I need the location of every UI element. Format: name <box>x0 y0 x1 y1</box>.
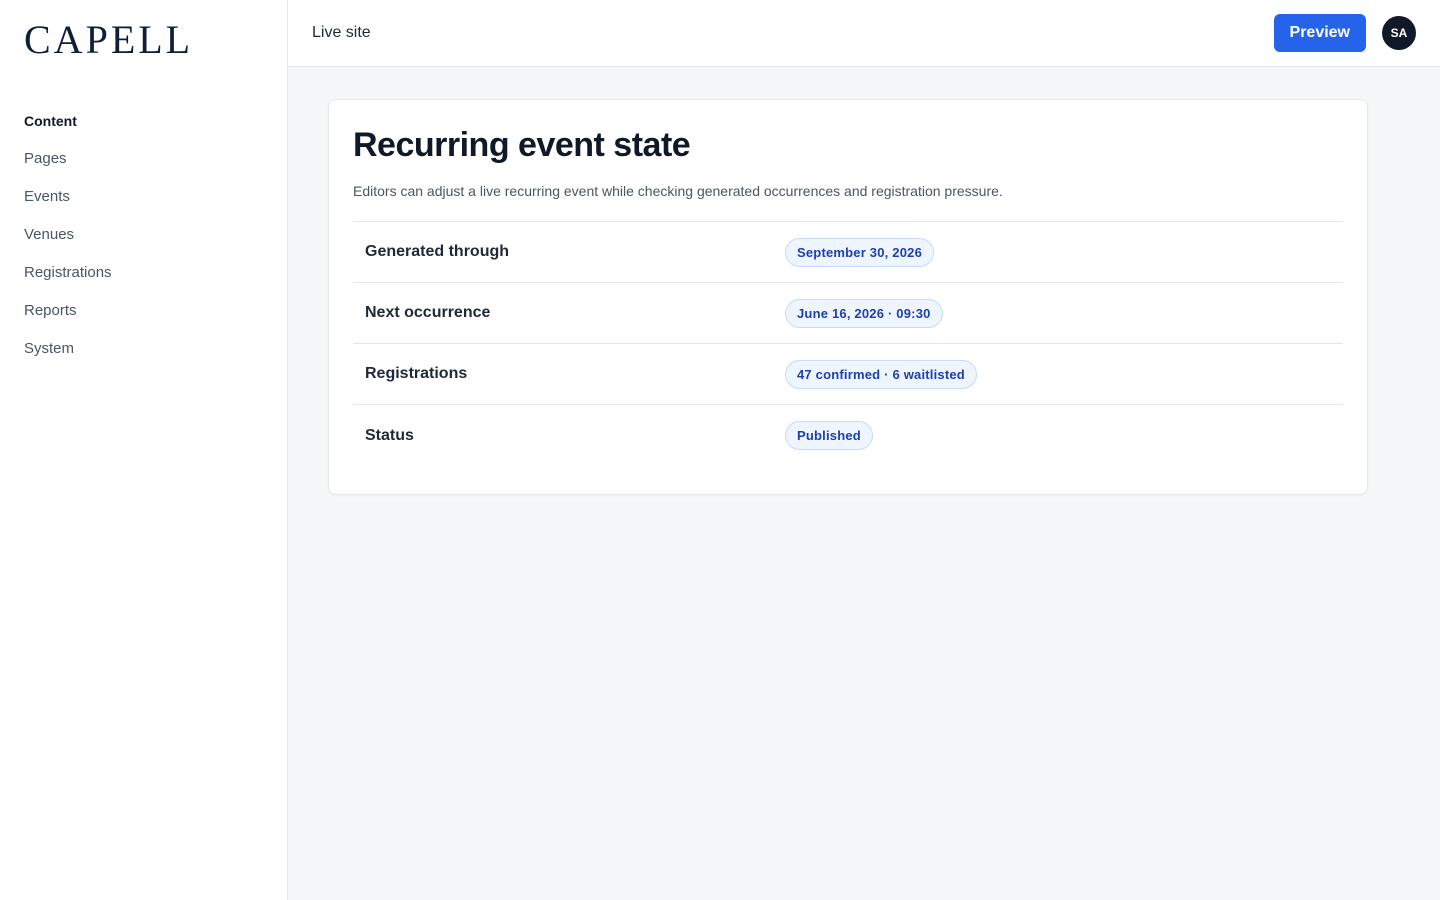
state-table: Generated through September 30, 2026 Nex… <box>353 221 1343 466</box>
status-badge: Published <box>785 421 873 450</box>
sidebar-item-registrations[interactable]: Registrations <box>24 254 263 292</box>
brand-logo[interactable]: CAPELL <box>24 0 263 80</box>
sidebar-item-pages[interactable]: Pages <box>24 140 263 178</box>
page-title: Recurring event state <box>353 126 691 164</box>
top-actions: Preview SA <box>1273 14 1416 52</box>
state-row-label: Generated through <box>365 243 510 260</box>
preview-button[interactable]: Preview <box>1273 14 1366 52</box>
user-avatar[interactable]: SA <box>1382 16 1416 50</box>
state-value-badge: June 16, 2026 · 09:30 <box>785 298 943 328</box>
sidebar-item-system[interactable]: System <box>24 330 263 368</box>
state-value-badge: 47 confirmed · 6 waitlisted <box>785 359 977 389</box>
state-row-status: Status Published <box>353 405 1343 466</box>
top-bar: Live site Preview SA <box>288 0 1440 67</box>
state-row-label: Status <box>365 426 414 444</box>
live-site-link[interactable]: Live site <box>312 24 371 42</box>
state-value-badge: September 30, 2026 <box>785 237 935 267</box>
state-row-label: Next occurrence <box>365 304 491 321</box>
sidebar-heading-content: Content <box>24 113 77 129</box>
sidebar-item-venues[interactable]: Venues <box>24 216 263 254</box>
event-state-card: Recurring event state Editors can adjust… <box>328 99 1368 495</box>
sidebar: CAPELL Content Pages Events Venues Regis… <box>0 0 288 900</box>
page-description: Editors can adjust a live recurring even… <box>353 183 1003 199</box>
state-row-generated-through: Generated through September 30, 2026 <box>353 222 1343 283</box>
content-area: Recurring event state Editors can adjust… <box>288 67 1440 495</box>
sidebar-item-events[interactable]: Events <box>24 178 263 216</box>
main-area: Live site Preview SA Recurring event sta… <box>288 0 1440 900</box>
state-row-registrations: Registrations 47 confirmed · 6 waitliste… <box>353 344 1343 405</box>
app-root: CAPELL Content Pages Events Venues Regis… <box>0 0 1440 900</box>
state-row-next-occurrence: Next occurrence June 16, 2026 · 09:30 <box>353 283 1343 344</box>
sidebar-item-reports[interactable]: Reports <box>24 292 263 330</box>
state-row-label: Registrations <box>365 365 468 382</box>
